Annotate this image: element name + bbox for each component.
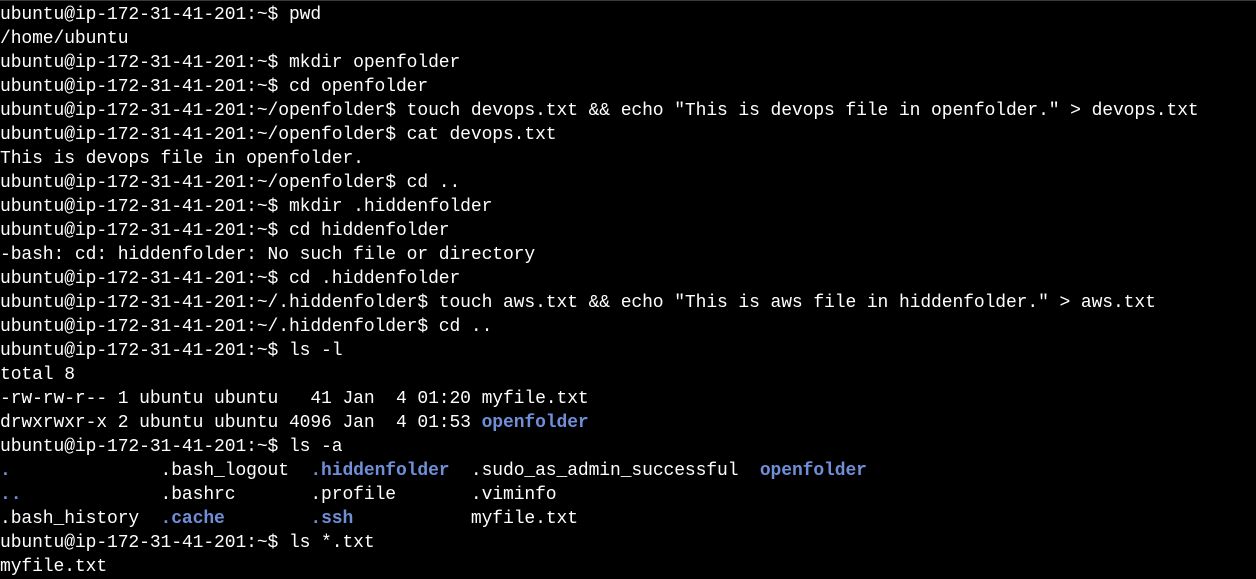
- terminal-line: ubuntu@ip-172-31-41-201:~$ ls -a: [0, 435, 1256, 459]
- terminal-line: This is devops file in openfolder.: [0, 147, 1256, 171]
- terminal-line: ubuntu@ip-172-31-41-201:~$ cd openfolder: [0, 75, 1256, 99]
- terminal-line: ubuntu@ip-172-31-41-201:~/.hiddenfolder$…: [0, 315, 1256, 339]
- terminal-line: -bash: cd: hiddenfolder: No such file or…: [0, 243, 1256, 267]
- terminal-line: . .bash_logout .hiddenfolder .sudo_as_ad…: [0, 459, 1256, 483]
- terminal-text: ubuntu@ip-172-31-41-201:~/openfolder$ to…: [0, 101, 1199, 121]
- directory-name: .hiddenfolder: [310, 461, 450, 481]
- directory-name: .cache: [160, 509, 225, 529]
- terminal-text: .bashrc .profile .viminfo: [21, 485, 557, 505]
- terminal-text: ubuntu@ip-172-31-41-201:~$ pwd: [0, 5, 322, 25]
- terminal-text: This is devops file in openfolder.: [0, 149, 364, 169]
- terminal-text: ubuntu@ip-172-31-41-201:~$ cd hiddenfold…: [0, 221, 450, 241]
- terminal-text: ubuntu@ip-172-31-41-201:~$ cd openfolder: [0, 77, 429, 97]
- terminal-text: ubuntu@ip-172-31-41-201:~$ mkdir openfol…: [0, 53, 461, 73]
- terminal-line: ubuntu@ip-172-31-41-201:~$ ls -l: [0, 339, 1256, 363]
- terminal-line: drwxrwxr-x 2 ubuntu ubuntu 4096 Jan 4 01…: [0, 411, 1256, 435]
- terminal-text: /home/ubuntu: [0, 29, 129, 49]
- terminal-text: myfile.txt: [353, 509, 578, 529]
- terminal-text: ubuntu@ip-172-31-41-201:~$ cd .hiddenfol…: [0, 269, 461, 289]
- terminal-line: -rw-rw-r-- 1 ubuntu ubuntu 41 Jan 4 01:2…: [0, 387, 1256, 411]
- terminal-line: .bash_history .cache .ssh myfile.txt: [0, 507, 1256, 531]
- terminal-line: ubuntu@ip-172-31-41-201:~/openfolder$ to…: [0, 99, 1256, 123]
- terminal-output: ubuntu@ip-172-31-41-201:~$ pwd/home/ubun…: [0, 3, 1256, 579]
- directory-name: ..: [0, 485, 22, 505]
- terminal-line: total 8: [0, 363, 1256, 387]
- terminal-line: /home/ubuntu: [0, 27, 1256, 51]
- terminal-line: ubuntu@ip-172-31-41-201:~/openfolder$ cd…: [0, 171, 1256, 195]
- terminal-line: ubuntu@ip-172-31-41-201:~$ cd hiddenfold…: [0, 219, 1256, 243]
- terminal-text: .bash_logout: [10, 461, 311, 481]
- terminal-text: ubuntu@ip-172-31-41-201:~/.hiddenfolder$…: [0, 293, 1156, 313]
- terminal-text: -rw-rw-r-- 1 ubuntu ubuntu 41 Jan 4 01:2…: [0, 389, 589, 409]
- terminal-text: myfile.txt: [0, 557, 108, 577]
- terminal-line: ubuntu@ip-172-31-41-201:~$ cd .hiddenfol…: [0, 267, 1256, 291]
- terminal-text: ubuntu@ip-172-31-41-201:~$ ls -l: [0, 341, 343, 361]
- terminal-line: ubuntu@ip-172-31-41-201:~$ mkdir .hidden…: [0, 195, 1256, 219]
- directory-name: openfolder: [481, 413, 589, 433]
- terminal-text: .sudo_as_admin_successful: [449, 461, 760, 481]
- directory-name: .ssh: [310, 509, 354, 529]
- terminal-line: ubuntu@ip-172-31-41-201:~$ pwd: [0, 3, 1256, 27]
- terminal-text: total 8: [0, 365, 75, 385]
- terminal-text: ubuntu@ip-172-31-41-201:~/openfolder$ cd…: [0, 173, 461, 193]
- terminal-text: drwxrwxr-x 2 ubuntu ubuntu 4096 Jan 4 01…: [0, 413, 482, 433]
- terminal-window[interactable]: ubuntu@ip-172-31-41-201:~$ pwd/home/ubun…: [0, 0, 1256, 577]
- directory-name: .: [0, 461, 11, 481]
- terminal-text: ubuntu@ip-172-31-41-201:~$ mkdir .hidden…: [0, 197, 493, 217]
- directory-name: openfolder: [759, 461, 867, 481]
- terminal-line: ubuntu@ip-172-31-41-201:~/openfolder$ ca…: [0, 123, 1256, 147]
- terminal-text: ubuntu@ip-172-31-41-201:~$ ls *.txt: [0, 533, 375, 553]
- terminal-text: ubuntu@ip-172-31-41-201:~$ ls -a: [0, 437, 343, 457]
- terminal-text: -bash: cd: hiddenfolder: No such file or…: [0, 245, 536, 265]
- terminal-text: ubuntu@ip-172-31-41-201:~/openfolder$ ca…: [0, 125, 557, 145]
- terminal-line: ubuntu@ip-172-31-41-201:~/.hiddenfolder$…: [0, 291, 1256, 315]
- terminal-line: myfile.txt: [0, 555, 1256, 579]
- terminal-line: .. .bashrc .profile .viminfo: [0, 483, 1256, 507]
- terminal-text: ubuntu@ip-172-31-41-201:~/.hiddenfolder$…: [0, 317, 493, 337]
- terminal-line: ubuntu@ip-172-31-41-201:~$ mkdir openfol…: [0, 51, 1256, 75]
- terminal-line: ubuntu@ip-172-31-41-201:~$ ls *.txt: [0, 531, 1256, 555]
- terminal-text: .bash_history: [0, 509, 161, 529]
